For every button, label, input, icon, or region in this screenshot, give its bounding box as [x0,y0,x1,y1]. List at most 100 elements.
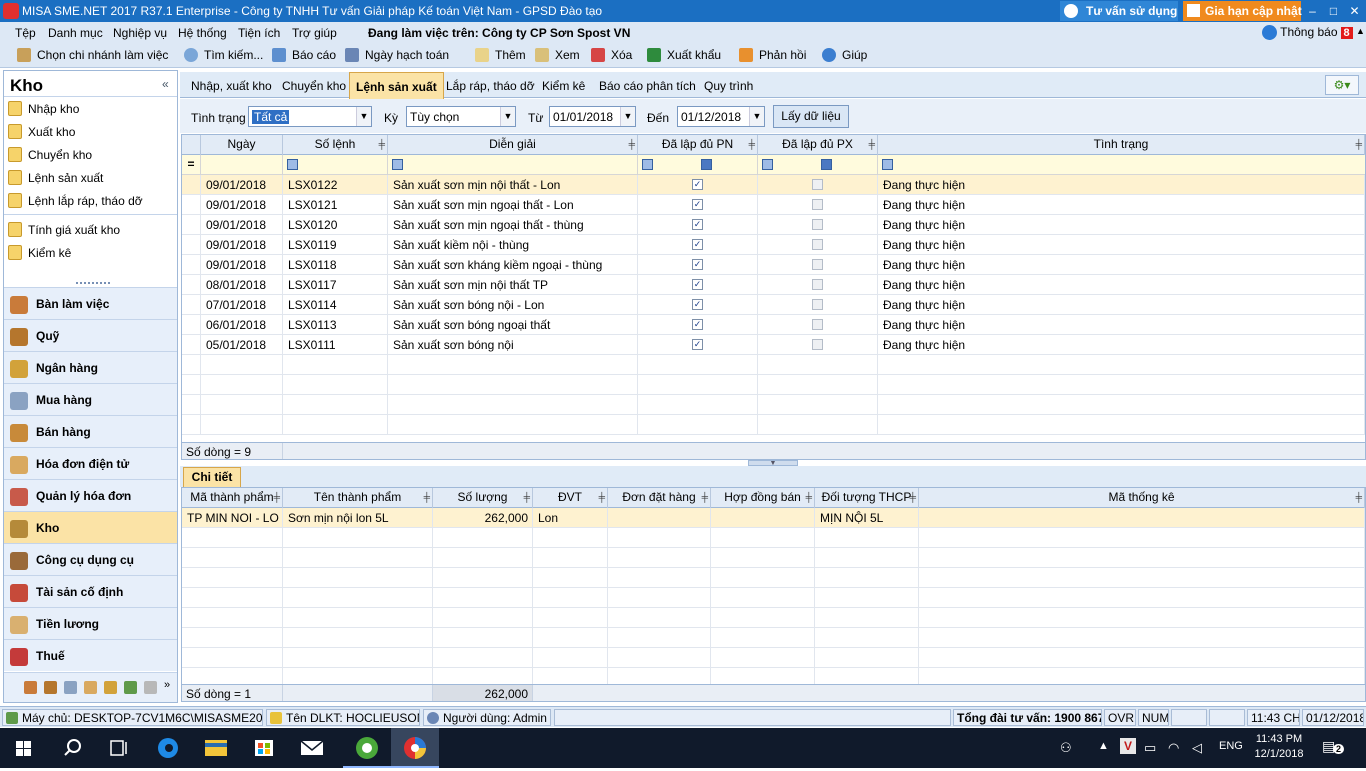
checkbox[interactable] [812,259,823,270]
filter-so-lenh[interactable] [283,155,388,175]
tab-chuyen-kho[interactable]: Chuyển kho [276,72,352,98]
col-ma-thong-ke[interactable]: Mã thống kê ╪ [919,488,1365,508]
table-row[interactable]: TP MIN NOI - LO Sơn mịn nội lon 5L 262,000… [182,508,1365,528]
maximize-button[interactable]: □ [1323,0,1344,22]
checkbox[interactable]: ✓ [692,179,703,190]
checkbox[interactable]: ✓ [692,339,703,350]
sidebar-item-xuat-kho[interactable]: Xuất kho [8,124,75,140]
filter-tinh-trang[interactable] [878,155,1365,175]
misa-app-taskbar-button[interactable] [391,728,439,768]
mini-icon[interactable] [104,681,117,694]
checkbox[interactable] [812,179,823,190]
tab-kiem-ke[interactable]: Kiểm kê [536,72,591,98]
table-row[interactable]: 09/01/2018 LSX0120 Sản xuất sơn mịn ngoại … [182,215,1365,235]
chon-chi-nhanh-button[interactable]: Chọn chi nhánh làm việc [17,47,168,62]
filter-pn[interactable] [638,155,758,175]
menu-scroll-arrow[interactable]: ▲ [1356,26,1365,36]
filter-px[interactable] [758,155,878,175]
xuat-khau-button[interactable]: Xuất khẩu [647,47,721,62]
mini-icon[interactable] [84,681,97,694]
action-center-button[interactable]: ▤ 2 [1322,738,1345,756]
module-kho[interactable]: Kho [4,511,177,543]
menu-tep[interactable]: Tệp [15,26,36,40]
mail-button[interactable] [288,728,336,768]
col-ma-thanh-pham[interactable]: Mã thành phẩm ╪ [182,488,283,508]
sidebar-item-kiem-ke[interactable]: Kiểm kê [8,245,71,261]
checkbox[interactable]: ✓ [692,319,703,330]
table-row[interactable]: 09/01/2018 LSX0119 Sản xuất kiềm nội - thù… [182,235,1365,255]
giup-button[interactable]: Giúp [822,47,867,62]
menu-danh-muc[interactable]: Danh mục [48,26,103,40]
col-don-dat-hang[interactable]: Đơn đặt hàng ╪ [608,488,711,508]
checkbox[interactable] [812,279,823,290]
tray-expand-icon[interactable]: ▲ [1098,740,1109,752]
volume-icon[interactable]: ◁ [1192,740,1202,756]
thong-bao-button[interactable]: Thông báo 8 [1262,25,1353,41]
tu-van-su-dung-button[interactable]: Tư vấn sử dụng [1060,1,1178,21]
sidebar-item-lenh-lap-rap[interactable]: Lệnh lắp ráp, tháo dỡ [8,193,143,209]
menu-tien-ich[interactable]: Tiện ích [238,26,280,40]
sidebar-item-tinh-gia[interactable]: Tính giá xuất kho [8,222,120,238]
checkbox[interactable]: ✓ [692,259,703,270]
checkbox[interactable]: ✓ [692,199,703,210]
tim-kiem-button[interactable]: Tìm kiếm... [184,47,263,62]
module-quan-ly-hoa-don[interactable]: Quản lý hóa đơn [4,479,177,511]
tab-lenh-san-xuat[interactable]: Lệnh sản xuất [349,72,444,99]
checkbox[interactable] [812,319,823,330]
vietkey-icon[interactable]: V [1120,738,1136,754]
sidebar-item-nhap-kho[interactable]: Nhập kho [8,101,79,117]
table-row[interactable]: 09/01/2018 LSX0122 Sản xuất sơn mịn nội th… [182,175,1365,195]
menu-he-thong[interactable]: Hệ thống [178,26,227,40]
table-row[interactable]: 09/01/2018 LSX0121 Sản xuất sơn mịn ngoại … [182,195,1365,215]
tab-chi-tiet[interactable]: Chi tiết [183,467,241,487]
phan-hoi-button[interactable]: Phản hồi [739,47,806,62]
battery-icon[interactable]: ▭ [1144,740,1156,756]
bao-cao-button[interactable]: Báo cáo [272,47,336,62]
mini-icon[interactable] [124,681,137,694]
settings-gear-button[interactable]: ⚙▾ [1325,75,1359,95]
checkbox[interactable] [812,199,823,210]
table-row[interactable]: 09/01/2018 LSX0118 Sản xuất sơn kháng kiềm… [182,255,1365,275]
module-ngan-hang[interactable]: Ngân hàng [4,351,177,383]
col-tinh-trang[interactable]: Tình trạng ╪ [878,135,1365,155]
col-dvt[interactable]: ĐVT ╪ [533,488,608,508]
den-date-field[interactable]: 01/12/2018 ▼ [677,106,765,127]
module-quy[interactable]: Quỹ [4,319,177,351]
xem-button[interactable]: Xem [535,47,580,62]
resize-grip[interactable] [76,282,110,286]
menu-tro-giup[interactable]: Trợ giúp [292,26,337,40]
xoa-button[interactable]: Xóa [591,47,632,62]
module-cong-cu-dung-cu[interactable]: Công cụ dụng cụ [4,543,177,575]
tab-bao-cao-phan-tich[interactable]: Báo cáo phân tích [593,72,702,98]
col-ngay[interactable]: Ngày [201,135,283,155]
sidebar-item-chuyen-kho[interactable]: Chuyển kho [8,147,92,163]
col-dien-giai[interactable]: Diễn giải ╪ [388,135,638,155]
checkbox[interactable]: ✓ [692,219,703,230]
col-doi-tuong-thcp[interactable]: Đối tượng THCP ╪ [815,488,919,508]
tinh-trang-select[interactable]: Tất cả ▼ [248,106,372,127]
col-hop-dong-ban[interactable]: Hợp đồng bán ╪ [711,488,815,508]
checkbox[interactable]: ✓ [692,299,703,310]
table-row[interactable]: 05/01/2018 LSX0111 Sản xuất sơn bóng nội ✓ Đ… [182,335,1365,355]
filter-ngay[interactable] [201,155,283,175]
module-thue[interactable]: Thuế [4,639,177,671]
tab-lap-rap-thao-do[interactable]: Lắp ráp, tháo dỡ [440,72,541,98]
gia-han-cap-nhat-button[interactable]: Gia hạn cập nhật [1183,1,1302,21]
mini-icon[interactable] [144,681,157,694]
task-view-button[interactable] [96,728,144,768]
checkbox[interactable] [812,239,823,250]
module-ban-lam-viec[interactable]: Bàn làm việc [4,287,177,319]
mini-icon[interactable] [24,681,37,694]
taskbar-clock[interactable]: 11:43 PM 12/1/2018 [1246,732,1312,762]
tu-date-field[interactable]: 01/01/2018 ▼ [549,106,636,127]
language-indicator[interactable]: ENG [1219,740,1243,752]
tab-quy-trinh[interactable]: Quy trình [698,72,759,98]
checkbox[interactable] [812,219,823,230]
checkbox[interactable] [812,339,823,350]
col-ten-thanh-pham[interactable]: Tên thành phẩm ╪ [283,488,433,508]
them-button[interactable]: Thêm [475,47,526,62]
lay-du-lieu-button[interactable]: Lấy dữ liệu [773,105,849,128]
module-hoa-don-dien-tu[interactable]: Hóa đơn điện tử [4,447,177,479]
edge-taskbar-button[interactable] [144,728,192,768]
start-button[interactable] [0,728,48,768]
